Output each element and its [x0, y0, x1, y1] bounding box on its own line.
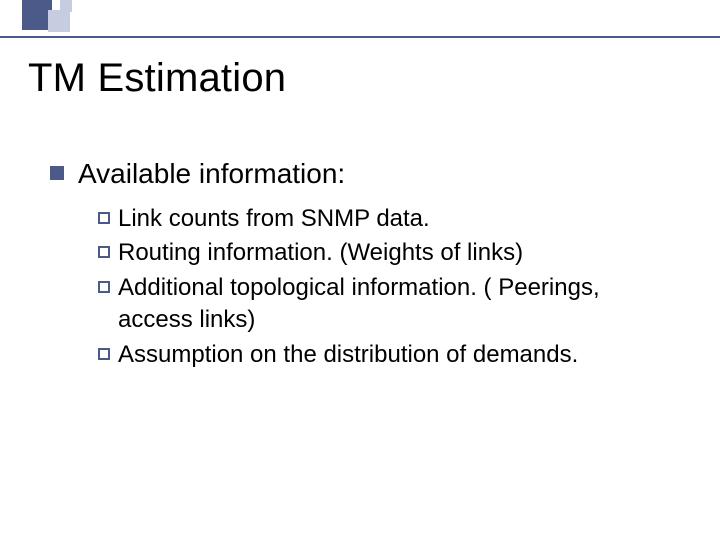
list-item-text: Routing information. (Weights of links)	[118, 237, 523, 269]
list-item: Assumption on the distribution of demand…	[98, 339, 670, 371]
list-item: Routing information. (Weights of links)	[98, 237, 670, 269]
hollow-square-bullet-icon	[98, 212, 110, 224]
list-item-text: Additional topological information. ( Pe…	[118, 272, 670, 337]
hollow-square-bullet-icon	[98, 348, 110, 360]
list-item-text: Link counts from SNMP data.	[118, 203, 430, 235]
list-item: Link counts from SNMP data.	[98, 203, 670, 235]
list-item: Additional topological information. ( Pe…	[98, 272, 670, 337]
square-bullet-icon	[50, 166, 64, 180]
list-item-text: Assumption on the distribution of demand…	[118, 339, 578, 371]
list-item: Available information:	[50, 156, 670, 191]
slide-header-decoration	[0, 0, 720, 40]
slide-content: Available information: Link counts from …	[50, 156, 670, 373]
hollow-square-bullet-icon	[98, 281, 110, 293]
list-item-text: Available information:	[78, 156, 345, 191]
sub-list: Link counts from SNMP data. Routing info…	[98, 203, 670, 371]
slide-title: TM Estimation	[28, 56, 286, 101]
hollow-square-bullet-icon	[98, 246, 110, 258]
